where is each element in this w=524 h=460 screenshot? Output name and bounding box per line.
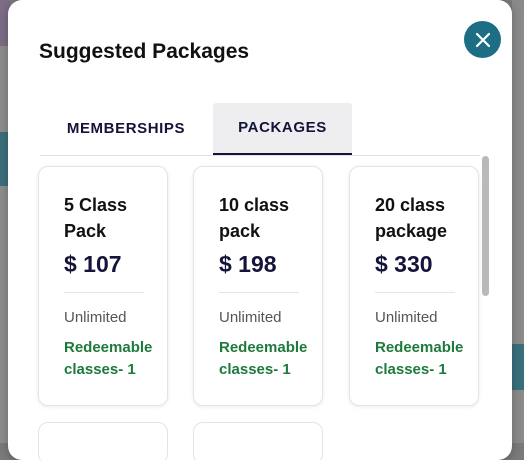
packages-list[interactable]: 5 Class Pack $ 107 Unlimited Redeemable … [38, 160, 482, 460]
package-name: 10 class pack [219, 195, 290, 241]
package-validity: Unlimited [219, 309, 282, 326]
package-card[interactable]: 20 class package $ 330 Unlimited Redeema… [349, 166, 479, 406]
card-divider [375, 292, 455, 293]
background-page-right-button [512, 344, 524, 390]
card-divider [64, 292, 144, 293]
package-card[interactable]: 10 class pack $ 198 Unlimited Redeemable… [193, 166, 323, 406]
tabs-divider [40, 155, 480, 156]
close-icon [475, 32, 490, 47]
package-name: 20 class package [375, 195, 448, 241]
package-price: $ 198 [219, 251, 277, 277]
tab-packages[interactable]: PACKAGES [213, 103, 352, 156]
package-price: $ 107 [64, 251, 122, 277]
package-redeemable: Redeemable classes- 1 [64, 339, 153, 378]
package-price: $ 330 [375, 251, 433, 277]
package-card-partial[interactable] [193, 422, 323, 460]
suggested-packages-modal: Suggested Packages MEMBERSHIPS PACKAGES … [8, 0, 512, 460]
package-name: 5 Class Pack [64, 195, 128, 241]
package-redeemable: Redeemable classes- 1 [375, 339, 464, 378]
scrollbar[interactable] [482, 156, 490, 446]
package-validity: Unlimited [375, 309, 438, 326]
modal-title: Suggested Packages [39, 40, 250, 63]
package-redeemable: Redeemable classes- 1 [219, 339, 308, 378]
scrollbar-thumb[interactable] [482, 156, 489, 296]
package-validity: Unlimited [64, 309, 127, 326]
package-card-partial[interactable] [38, 422, 168, 460]
package-tabs: MEMBERSHIPS PACKAGES [40, 103, 480, 156]
close-button[interactable] [464, 21, 501, 58]
tab-memberships[interactable]: MEMBERSHIPS [40, 103, 212, 155]
package-card[interactable]: 5 Class Pack $ 107 Unlimited Redeemable … [38, 166, 168, 406]
card-divider [219, 292, 299, 293]
